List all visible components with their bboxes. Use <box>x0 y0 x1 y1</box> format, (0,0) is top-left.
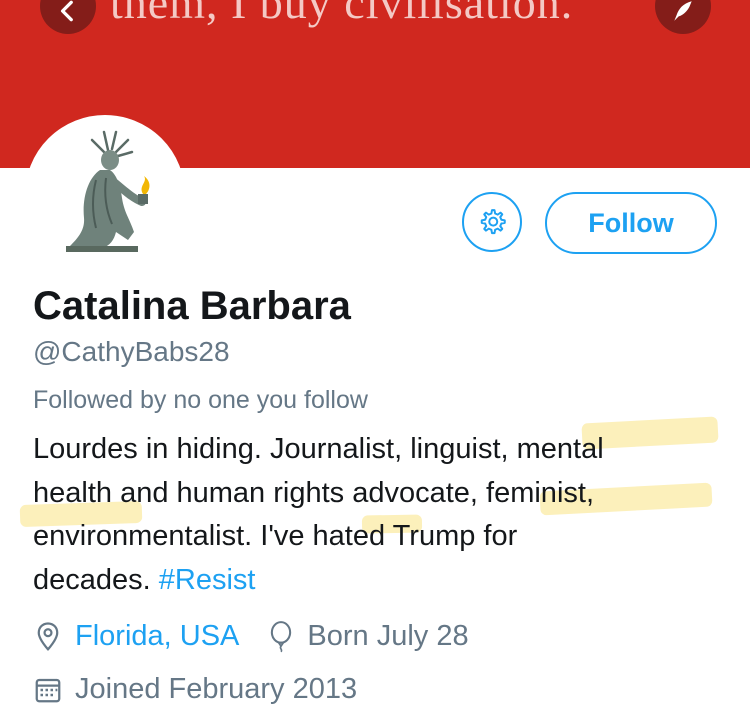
bio-line: decades. #Resist <box>33 559 723 603</box>
quill-icon <box>674 1 692 21</box>
bio-text: decades. <box>33 563 159 596</box>
chevron-left-icon <box>60 0 73 22</box>
back-button[interactable] <box>40 0 96 34</box>
location-pin-icon <box>33 621 63 653</box>
profile-handle[interactable]: @CathyBabs28 <box>33 336 230 368</box>
gear-icon <box>480 209 506 235</box>
profile-name: Catalina Barbara <box>33 284 351 328</box>
settings-button[interactable] <box>462 192 522 252</box>
profile-bio: Lourdes in hiding. Journalist, linguist,… <box>33 428 723 602</box>
calendar-icon <box>33 675 63 705</box>
follow-button[interactable]: Follow <box>545 192 717 254</box>
avatar[interactable] <box>25 115 185 275</box>
bio-line: environmentalist. I've hated Trump for <box>33 520 518 552</box>
compose-tweet-button[interactable] <box>655 0 711 34</box>
birthday-text: Born July 28 <box>307 620 469 652</box>
location-birthday-row: Florida, USA Born July 28 <box>33 620 469 653</box>
followed-by-text[interactable]: Followed by no one you follow <box>33 386 368 415</box>
banner-text: them, I buy civilisation. <box>110 0 574 28</box>
statue-of-liberty-kneeling-image <box>30 120 180 270</box>
joined-text: Joined February 2013 <box>75 673 358 705</box>
hashtag-link[interactable]: #Resist <box>159 564 256 596</box>
bio-line: health and human rights advocate, femini… <box>33 476 594 509</box>
bio-line: Lourdes in hiding. Journalist, linguist,… <box>33 433 604 465</box>
location-link[interactable]: Florida, USA <box>75 620 239 653</box>
balloon-icon <box>267 620 295 653</box>
joined-row: Joined February 2013 <box>33 673 357 706</box>
